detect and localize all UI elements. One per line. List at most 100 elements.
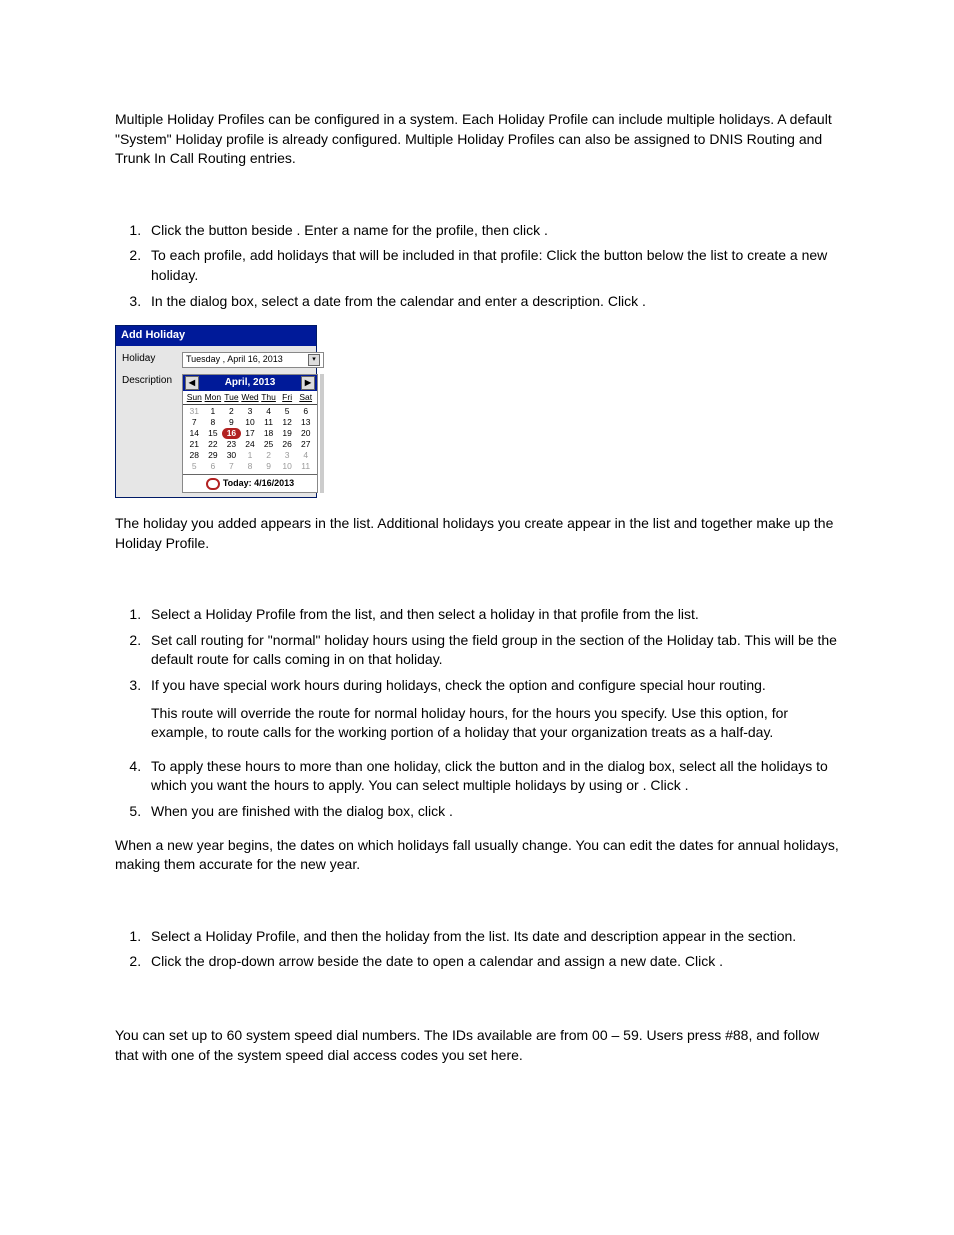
calendar-day[interactable]: 9 [222,417,241,428]
outro-paragraph: You can set up to 60 system speed dial n… [115,1026,839,1065]
calendar-day[interactable]: 11 [296,461,315,472]
prev-month-icon[interactable]: ◀ [185,376,199,390]
calendar-day[interactable]: 29 [204,450,223,461]
add-holiday-dialog: Add Holiday Holiday Tuesday , April 16, … [115,325,317,498]
holiday-date-field[interactable]: Tuesday , April 16, 2013 ▾ [182,352,324,368]
step-3-2: Click the drop-down arrow beside the dat… [145,952,839,972]
calendar-week-row: 78910111213 [185,417,315,428]
calendar-day[interactable]: 15 [204,428,223,439]
calendar-day[interactable]: 12 [278,417,297,428]
steps-list-3: Select a Holiday Profile, and then the h… [115,927,839,972]
next-month-icon[interactable]: ▶ [301,376,315,390]
calendar-week-row: 2829301234 [185,450,315,461]
spacer [115,183,839,221]
calendar-day[interactable]: 1 [241,450,260,461]
calendar-day[interactable]: 2 [222,406,241,417]
step-2-5: When you are finished with the dialog bo… [145,802,839,822]
calendar-dow-row: Sun Mon Tue Wed Thu Fri Sat [183,391,317,406]
calendar-day[interactable]: 10 [241,417,260,428]
calendar-area: ◀ April, 2013 ▶ Sun Mon Tue Wed Thu Fri … [182,374,324,494]
calendar-week-row: 567891011 [185,461,315,472]
dow-label: Fri [278,391,297,405]
calendar-popup[interactable]: ◀ April, 2013 ▶ Sun Mon Tue Wed Thu Fri … [182,374,318,494]
dow-label: Tue [222,391,241,405]
calendar-day[interactable]: 31 [185,406,204,417]
step-2-1: Select a Holiday Profile from the list, … [145,605,839,625]
after-dialog-paragraph: The holiday you added appears in the lis… [115,514,839,553]
calendar-today-row[interactable]: Today: 4/16/2013 [183,474,317,492]
calendar-day[interactable]: 23 [222,439,241,450]
calendar-day[interactable]: 26 [278,439,297,450]
spacer [115,986,839,1026]
calendar-day[interactable]: 18 [259,428,278,439]
dialog-form: Holiday Tuesday , April 16, 2013 ▾ Descr… [116,346,316,498]
calendar-day[interactable]: 25 [259,439,278,450]
calendar-day[interactable]: 1 [204,406,223,417]
calendar-day[interactable]: 21 [185,439,204,450]
calendar-body: 3112345678910111213141516171819202122232… [183,405,317,472]
calendar-week-row: 21222324252627 [185,439,315,450]
dow-label: Sat [296,391,315,405]
steps-list-1: Click the button beside . Enter a name f… [115,221,839,311]
calendar-day[interactable]: 27 [296,439,315,450]
calendar-day[interactable]: 6 [296,406,315,417]
step-2-3: If you have special work hours during ho… [145,676,839,743]
calendar-month-label: April, 2013 [225,376,276,390]
calendar-day[interactable]: 3 [241,406,260,417]
calendar-day[interactable]: 2 [259,450,278,461]
dow-label: Wed [241,391,260,405]
step-1-3: In the dialog box, select a date from th… [145,292,839,312]
calendar-day[interactable]: 20 [296,428,315,439]
scrollbar-stub[interactable] [320,374,324,494]
dow-label: Mon [204,391,223,405]
step-2-3-extra: This route will override the route for n… [151,704,839,743]
steps-list-2: Select a Holiday Profile from the list, … [115,605,839,821]
calendar-header: ◀ April, 2013 ▶ [183,375,317,391]
step-2-3-text: If you have special work hours during ho… [151,677,766,693]
calendar-day[interactable]: 14 [185,428,204,439]
document-page: Multiple Holiday Profiles can be configu… [0,0,954,1235]
calendar-day[interactable]: 28 [185,450,204,461]
spacer [115,889,839,927]
calendar-day[interactable]: 24 [241,439,260,450]
calendar-day[interactable]: 8 [241,461,260,472]
step-1-2: To each profile, add holidays that will … [145,246,839,285]
today-label: Today: 4/16/2013 [223,478,294,488]
calendar-day[interactable]: 17 [241,428,260,439]
calendar-day[interactable]: 3 [278,450,297,461]
calendar-day[interactable]: 22 [204,439,223,450]
step-3-1: Select a Holiday Profile, and then the h… [145,927,839,947]
calendar-day[interactable]: 19 [278,428,297,439]
calendar-week-row: 14151617181920 [185,428,315,439]
calendar-day[interactable]: 5 [278,406,297,417]
date-dropdown-icon[interactable]: ▾ [308,354,320,366]
calendar-day[interactable]: 16 [222,428,241,439]
intro-paragraph: Multiple Holiday Profiles can be configu… [115,110,839,169]
calendar-day[interactable]: 30 [222,450,241,461]
after-steps2-paragraph: When a new year begins, the dates on whi… [115,836,839,875]
calendar-day[interactable]: 7 [222,461,241,472]
description-label: Description [122,374,178,388]
calendar-day[interactable]: 8 [204,417,223,428]
today-ring-icon [206,478,220,490]
add-holiday-dialog-figure: Add Holiday Holiday Tuesday , April 16, … [115,325,839,498]
spacer [115,567,839,605]
dialog-title: Add Holiday [116,326,316,345]
calendar-day[interactable]: 9 [259,461,278,472]
calendar-day[interactable]: 10 [278,461,297,472]
step-2-2: Set call routing for "normal" holiday ho… [145,631,839,670]
step-1-1: Click the button beside . Enter a name f… [145,221,839,241]
calendar-day[interactable]: 13 [296,417,315,428]
calendar-day[interactable]: 5 [185,461,204,472]
step-2-4: To apply these hours to more than one ho… [145,757,839,796]
calendar-day[interactable]: 11 [259,417,278,428]
calendar-week-row: 31123456 [185,406,315,417]
date-field-text: Tuesday , April 16, 2013 [186,353,283,366]
calendar-day[interactable]: 4 [296,450,315,461]
calendar-day[interactable]: 6 [204,461,223,472]
holiday-label: Holiday [122,352,178,366]
calendar-day[interactable]: 4 [259,406,278,417]
dow-label: Thu [259,391,278,405]
dow-label: Sun [185,391,204,405]
calendar-day[interactable]: 7 [185,417,204,428]
